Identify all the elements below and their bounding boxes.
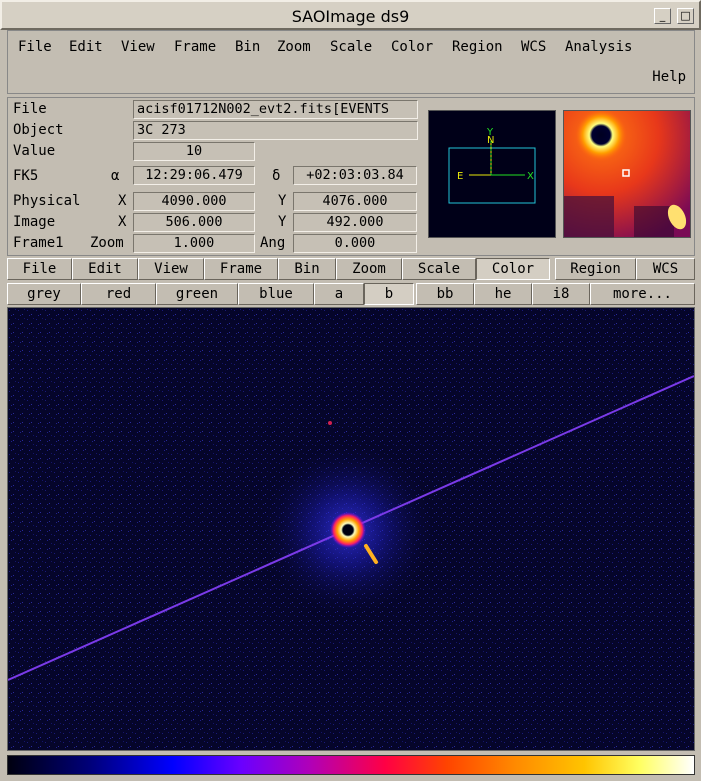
value-field: 10 xyxy=(133,142,255,161)
ra-field: 12:29:06.479 xyxy=(133,166,255,185)
color-blue[interactable]: blue xyxy=(238,283,314,305)
frame-label: Frame1 xyxy=(13,235,64,251)
title-bar: SAOImage ds9 _ □ xyxy=(0,0,701,30)
x-label: X xyxy=(527,171,534,182)
alpha-label: α xyxy=(111,168,120,184)
minimize-button[interactable]: _ xyxy=(654,8,671,24)
physical-y-label: Y xyxy=(278,193,287,209)
image-y-label: Y xyxy=(278,214,287,230)
color-green[interactable]: green xyxy=(156,283,238,305)
panner[interactable]: N E X Y xyxy=(428,110,556,238)
button-scale[interactable]: Scale xyxy=(402,258,476,280)
colorbar[interactable] xyxy=(7,755,695,775)
image-y-field: 492.000 xyxy=(293,213,417,232)
menu-edit[interactable]: Edit xyxy=(69,39,103,55)
button-file[interactable]: File xyxy=(7,258,72,280)
magnified-source xyxy=(575,111,627,161)
dec-field: +02:03:03.84 xyxy=(293,166,417,185)
color-button-bar: grey red green blue a b bb he i8 more... xyxy=(7,283,695,307)
button-region[interactable]: Region xyxy=(555,258,636,280)
info-panel: File acisf01712N002_evt2.fits[EVENTS Obj… xyxy=(7,97,695,256)
menu-bin[interactable]: Bin xyxy=(235,39,260,55)
menu-bar: File Edit View Frame Bin Zoom Scale Colo… xyxy=(7,30,695,94)
file-label: File xyxy=(13,101,47,117)
info-fields: File acisf01712N002_evt2.fits[EVENTS Obj… xyxy=(8,98,422,255)
image-display[interactable] xyxy=(7,307,695,751)
menu-scale[interactable]: Scale xyxy=(330,39,372,55)
fk5-label: FK5 xyxy=(13,168,39,184)
color-grey[interactable]: grey xyxy=(7,283,81,305)
button-edit[interactable]: Edit xyxy=(72,258,138,280)
zoom-field: 1.000 xyxy=(133,234,255,253)
menu-view[interactable]: View xyxy=(121,39,155,55)
window-title: SAOImage ds9 xyxy=(291,7,410,26)
quasar-core xyxy=(330,512,366,548)
menu-color[interactable]: Color xyxy=(391,39,433,55)
menu-help[interactable]: Help xyxy=(652,69,686,85)
point-source xyxy=(328,421,332,425)
east-label: E xyxy=(457,171,463,182)
button-bin[interactable]: Bin xyxy=(278,258,336,280)
maximize-button[interactable]: □ xyxy=(677,8,694,24)
delta-label: δ xyxy=(272,168,281,184)
physical-x-label: X xyxy=(118,193,127,209)
image-x-field: 506.000 xyxy=(133,213,255,232)
magnifier-image xyxy=(564,111,690,237)
file-field: acisf01712N002_evt2.fits[EVENTS xyxy=(133,100,418,119)
button-color[interactable]: Color xyxy=(476,258,550,280)
button-view[interactable]: View xyxy=(138,258,204,280)
major-button-bar: File Edit View Frame Bin Zoom Scale Colo… xyxy=(7,258,695,282)
menu-frame[interactable]: Frame xyxy=(174,39,216,55)
color-b[interactable]: b xyxy=(364,283,414,305)
value-label: Value xyxy=(13,143,56,159)
button-frame[interactable]: Frame xyxy=(204,258,278,280)
object-field: 3C 273 xyxy=(133,121,418,140)
color-he[interactable]: he xyxy=(474,283,532,305)
menu-wcs[interactable]: WCS xyxy=(521,39,546,55)
color-i8[interactable]: i8 xyxy=(532,283,590,305)
menu-file[interactable]: File xyxy=(18,39,52,55)
angle-label: Ang xyxy=(260,235,286,251)
menu-zoom[interactable]: Zoom xyxy=(277,39,311,55)
physical-x-field: 4090.000 xyxy=(133,192,255,211)
button-zoom[interactable]: Zoom xyxy=(336,258,402,280)
object-label: Object xyxy=(13,122,64,138)
color-bb[interactable]: bb xyxy=(416,283,474,305)
angle-field: 0.000 xyxy=(293,234,417,253)
color-a[interactable]: a xyxy=(314,283,364,305)
image-label: Image xyxy=(13,214,56,230)
menu-region[interactable]: Region xyxy=(452,39,503,55)
zoom-label: Zoom xyxy=(90,235,124,251)
color-red[interactable]: red xyxy=(81,283,156,305)
image-x-label: X xyxy=(118,214,127,230)
magnifier xyxy=(563,110,691,238)
y-label: Y xyxy=(486,127,494,138)
physical-label: Physical xyxy=(13,193,81,209)
color-more[interactable]: more... xyxy=(590,283,695,305)
menu-analysis[interactable]: Analysis xyxy=(565,39,632,55)
button-wcs[interactable]: WCS xyxy=(636,258,695,280)
xray-image xyxy=(8,308,694,750)
physical-y-field: 4076.000 xyxy=(293,192,417,211)
panner-image: N E X Y xyxy=(448,127,536,204)
